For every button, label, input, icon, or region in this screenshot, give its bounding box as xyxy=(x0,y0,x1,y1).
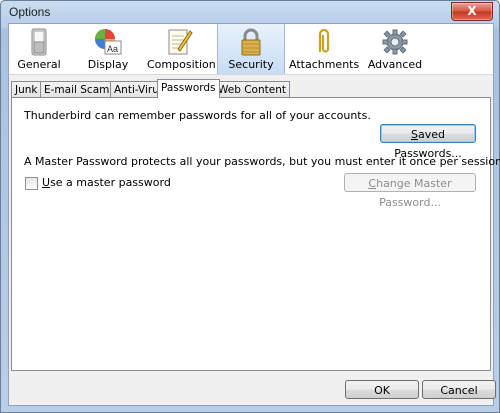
change-master-password-button[interactable]: Change Master Password... xyxy=(344,173,476,209)
options-window: Options X General Aa Display Composition… xyxy=(0,0,500,413)
category-general[interactable]: General xyxy=(13,24,65,74)
use-master-password-checkbox[interactable] xyxy=(25,177,38,190)
category-label: Composition xyxy=(147,58,216,71)
tab-passwords[interactable]: Passwords xyxy=(157,79,220,98)
tab-email-scams[interactable]: E-mail Scams xyxy=(40,81,119,98)
category-label: Attachments xyxy=(289,58,360,71)
category-label: Display xyxy=(87,58,129,71)
remember-passwords-text: Thunderbird can remember passwords for a… xyxy=(24,109,371,122)
category-label: General xyxy=(17,58,61,71)
saved-passwords-button[interactable]: Saved Passwords... xyxy=(380,124,476,160)
button-label-accesskey: S xyxy=(411,128,418,141)
category-advanced[interactable]: Advanced xyxy=(365,24,425,74)
use-master-password-label[interactable]: Use a master password xyxy=(42,176,171,189)
label-accesskey: U xyxy=(42,176,51,189)
padlock-icon xyxy=(241,28,261,56)
palette-icon: Aa xyxy=(95,29,122,55)
close-button[interactable]: X xyxy=(451,2,493,21)
svg-text:Aa: Aa xyxy=(107,44,118,54)
category-security[interactable]: Security xyxy=(217,24,285,74)
master-password-text: A Master Password protects all your pass… xyxy=(24,155,500,168)
tab-junk[interactable]: Junk xyxy=(11,81,42,98)
category-display[interactable]: Aa Display xyxy=(75,24,141,74)
label-post: se a master password xyxy=(50,176,171,189)
category-label: Advanced xyxy=(367,58,423,71)
passwords-panel: Thunderbird can remember passwords for a… xyxy=(11,97,500,371)
window-title: Options xyxy=(9,5,51,19)
switch-icon xyxy=(31,28,47,56)
notepad-pencil-icon xyxy=(168,29,193,55)
gear-icon xyxy=(382,29,408,55)
cancel-button[interactable]: Cancel xyxy=(422,380,496,399)
dialog-client-area: General Aa Display Composition Security … xyxy=(8,23,500,406)
tab-web-content[interactable]: Web Content xyxy=(214,81,290,98)
category-attachments[interactable]: Attachments xyxy=(289,24,359,74)
paperclip-icon xyxy=(318,28,330,53)
button-label-post: hange Master Password... xyxy=(376,177,452,209)
category-toolbar: General Aa Display Composition Security … xyxy=(9,24,493,75)
category-composition[interactable]: Composition xyxy=(147,24,216,74)
ok-button[interactable]: OK xyxy=(345,380,419,399)
category-label: Security xyxy=(228,58,274,71)
title-bar[interactable]: Options X xyxy=(1,1,499,23)
button-label-accesskey: C xyxy=(368,177,377,190)
